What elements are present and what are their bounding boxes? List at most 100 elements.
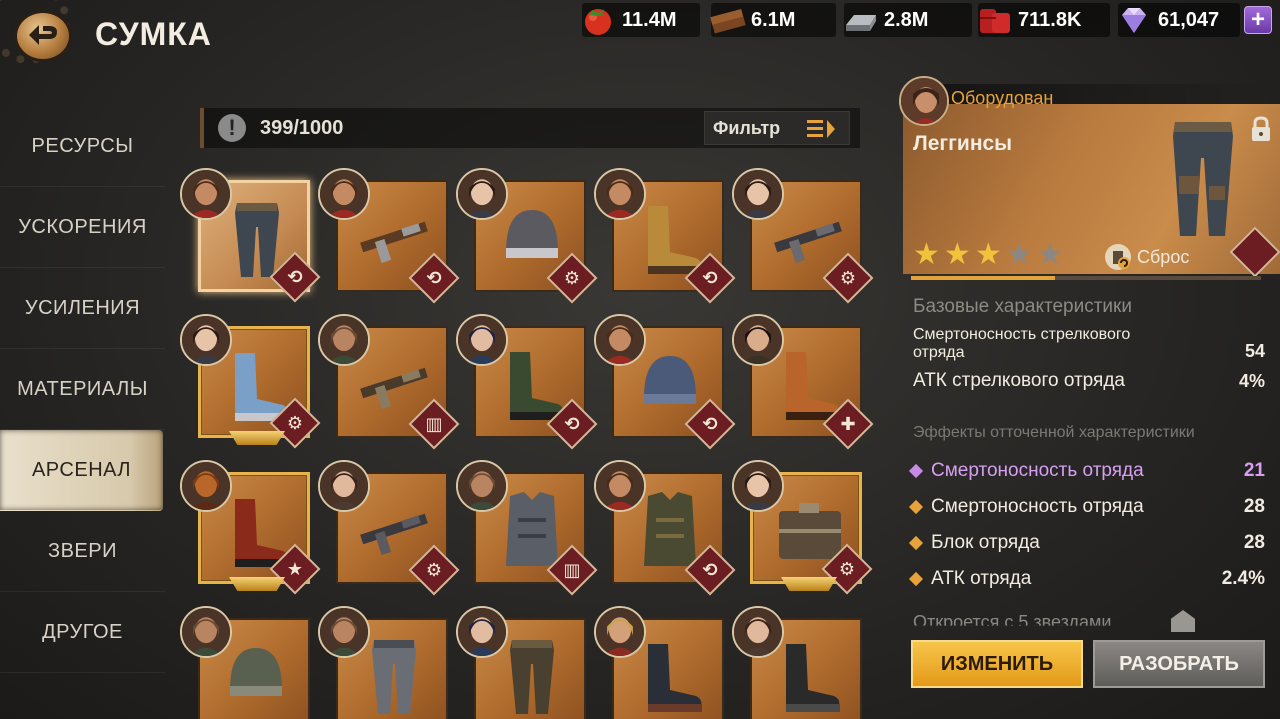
star-empty-icon: ★ xyxy=(1036,238,1064,271)
gold-crest-decoration xyxy=(229,431,285,445)
resource-steel[interactable]: 2.8M xyxy=(844,3,972,37)
house-lock-icon xyxy=(1171,610,1195,632)
owner-avatar xyxy=(318,168,370,220)
inventory-slot[interactable]: ⟲ xyxy=(594,168,736,304)
helmet-army-icon xyxy=(230,648,282,696)
owner-avatar xyxy=(318,460,370,512)
pants-grey-icon xyxy=(372,640,416,714)
inventory-slot[interactable]: ⚙ xyxy=(456,168,598,304)
unlock-hint: Откроется с 5 звездами xyxy=(913,612,1112,632)
warning-icon: ! xyxy=(218,114,246,142)
back-button[interactable] xyxy=(14,10,72,62)
inventory-slot[interactable]: ⚙ xyxy=(732,168,874,304)
oil-barrel-icon xyxy=(974,3,1014,37)
inventory-slot[interactable] xyxy=(594,606,724,719)
inventory-slot[interactable]: ✚ xyxy=(732,314,874,450)
inventory-slot[interactable]: ▥ xyxy=(456,460,598,596)
owner-avatar xyxy=(594,606,646,658)
inventory-slot[interactable]: ▥ xyxy=(318,314,460,450)
inventory-slot[interactable]: ⟲ xyxy=(594,314,736,450)
refined-stat-row: АТК отряда 2.4% xyxy=(908,568,1265,590)
equipped-hero-avatar[interactable] xyxy=(899,76,949,126)
filter-icon xyxy=(807,120,835,138)
diamond-bullet-icon xyxy=(908,571,924,587)
inventory-slot[interactable]: ⚙ xyxy=(732,460,873,595)
owner-avatar xyxy=(456,606,508,658)
filter-label: Фильтр xyxy=(713,117,781,138)
resource-oil[interactable]: 711.8K xyxy=(978,3,1110,37)
inventory-slot[interactable]: ⚙ xyxy=(318,460,460,596)
wood-planks-icon xyxy=(707,3,747,37)
star-rating: ★ ★ ★ ★ ★ xyxy=(913,240,1064,270)
inventory-slot[interactable]: ★ xyxy=(180,460,321,595)
resource-diamonds[interactable]: 61,047 xyxy=(1118,3,1240,37)
filter-button[interactable]: Фильтр xyxy=(704,111,850,145)
inventory-grid: ⟲ ⟲ ⚙ ⟲ ⚙ ⚙ ▥ ⟲ ⟲ ✚ ★ ⚙ ▥ ⟲ ⚙ xyxy=(180,168,880,719)
sidebar-item-boosts[interactable]: УСИЛЕНИЯ xyxy=(0,268,165,349)
inventory-slot[interactable]: ⟲ xyxy=(594,460,736,596)
owner-avatar xyxy=(732,460,784,512)
owner-avatar xyxy=(594,314,646,366)
inventory-slot[interactable]: ⟲ xyxy=(456,314,598,450)
diamond-icon xyxy=(1114,3,1154,37)
owner-avatar xyxy=(180,460,232,512)
base-stat-row: АТК стрелкового отряда 4% xyxy=(913,370,1265,391)
star-filled-icon: ★ xyxy=(974,238,1002,271)
owner-avatar xyxy=(732,606,784,658)
diamond-bullet-icon xyxy=(908,535,924,551)
base-stat-row: Смертоносность стрелкового отряда 54 xyxy=(913,326,1265,361)
inventory-slot[interactable] xyxy=(456,606,586,719)
owner-avatar xyxy=(180,168,232,220)
reset-label: Сброс xyxy=(1137,246,1190,267)
star-filled-icon: ★ xyxy=(943,238,971,271)
owner-avatar xyxy=(318,606,370,658)
owner-avatar xyxy=(456,460,508,512)
tomato-icon xyxy=(578,3,618,37)
inventory-slot[interactable]: ⚙ xyxy=(180,314,321,449)
refined-stat-row: Блок отряда 28 xyxy=(908,532,1265,554)
leggings-icon xyxy=(1173,122,1233,236)
owner-avatar xyxy=(318,314,370,366)
rubber-boots-icon xyxy=(786,644,840,712)
disassemble-button[interactable]: РАЗОБРАТЬ xyxy=(1093,640,1265,688)
level-progress-bar xyxy=(911,276,1261,280)
reset-button[interactable]: Сброс xyxy=(1105,244,1189,270)
owner-avatar xyxy=(180,606,232,658)
resource-food[interactable]: 11.4M xyxy=(582,3,700,37)
base-stats-title: Базовые характеристики xyxy=(913,296,1132,317)
equipped-label: Оборудован xyxy=(951,88,1054,108)
change-button[interactable]: ИЗМЕНИТЬ xyxy=(911,640,1083,688)
owner-avatar xyxy=(732,168,784,220)
inventory-slot[interactable]: ⟲ xyxy=(180,168,321,303)
star-empty-icon: ★ xyxy=(1005,238,1033,271)
inventory-slot[interactable] xyxy=(318,606,448,719)
refined-stats-title: Эффекты отточенной характеристики xyxy=(913,424,1195,441)
back-arrow-icon xyxy=(29,25,57,45)
capacity-bar: ! 399/1000 Фильтр xyxy=(200,108,860,148)
resource-wood[interactable]: 6.1M xyxy=(710,3,836,37)
top-bar: СУМКА 11.4M 6.1M 2.8M 711.8K 61,047 + xyxy=(0,0,1280,72)
sidebar-item-beasts[interactable]: ЗВЕРИ xyxy=(0,511,165,592)
owner-avatar xyxy=(732,314,784,366)
item-name: Леггинсы xyxy=(913,132,1013,155)
sidebar-item-resources[interactable]: РЕСУРСЫ xyxy=(0,106,165,187)
inventory-slot[interactable]: ⟲ xyxy=(318,168,460,304)
diamond-bullet-icon xyxy=(908,463,924,479)
inventory-slot[interactable] xyxy=(180,606,310,719)
sidebar-item-materials[interactable]: МАТЕРИАЛЫ xyxy=(0,349,165,430)
owner-avatar xyxy=(456,168,508,220)
gold-crest-decoration xyxy=(229,577,285,591)
capacity-count: 399/1000 xyxy=(260,117,344,139)
sidebar: РЕСУРСЫ УСКОРЕНИЯ УСИЛЕНИЯ МАТЕРИАЛЫ АРС… xyxy=(0,106,165,673)
page-title: СУМКА xyxy=(95,16,212,52)
sidebar-item-speedups[interactable]: УСКОРЕНИЯ xyxy=(0,187,165,268)
pants-cargo-icon xyxy=(510,640,554,714)
gold-crest-decoration xyxy=(781,577,837,591)
sidebar-item-other[interactable]: ДРУГОЕ xyxy=(0,592,165,673)
diamond-bullet-icon xyxy=(908,499,924,515)
owner-avatar xyxy=(594,168,646,220)
buy-diamonds-button[interactable]: + xyxy=(1244,6,1272,34)
sidebar-item-arsenal[interactable]: АРСЕНАЛ xyxy=(0,430,163,511)
lock-icon[interactable] xyxy=(1249,116,1273,142)
inventory-slot[interactable] xyxy=(732,606,862,719)
